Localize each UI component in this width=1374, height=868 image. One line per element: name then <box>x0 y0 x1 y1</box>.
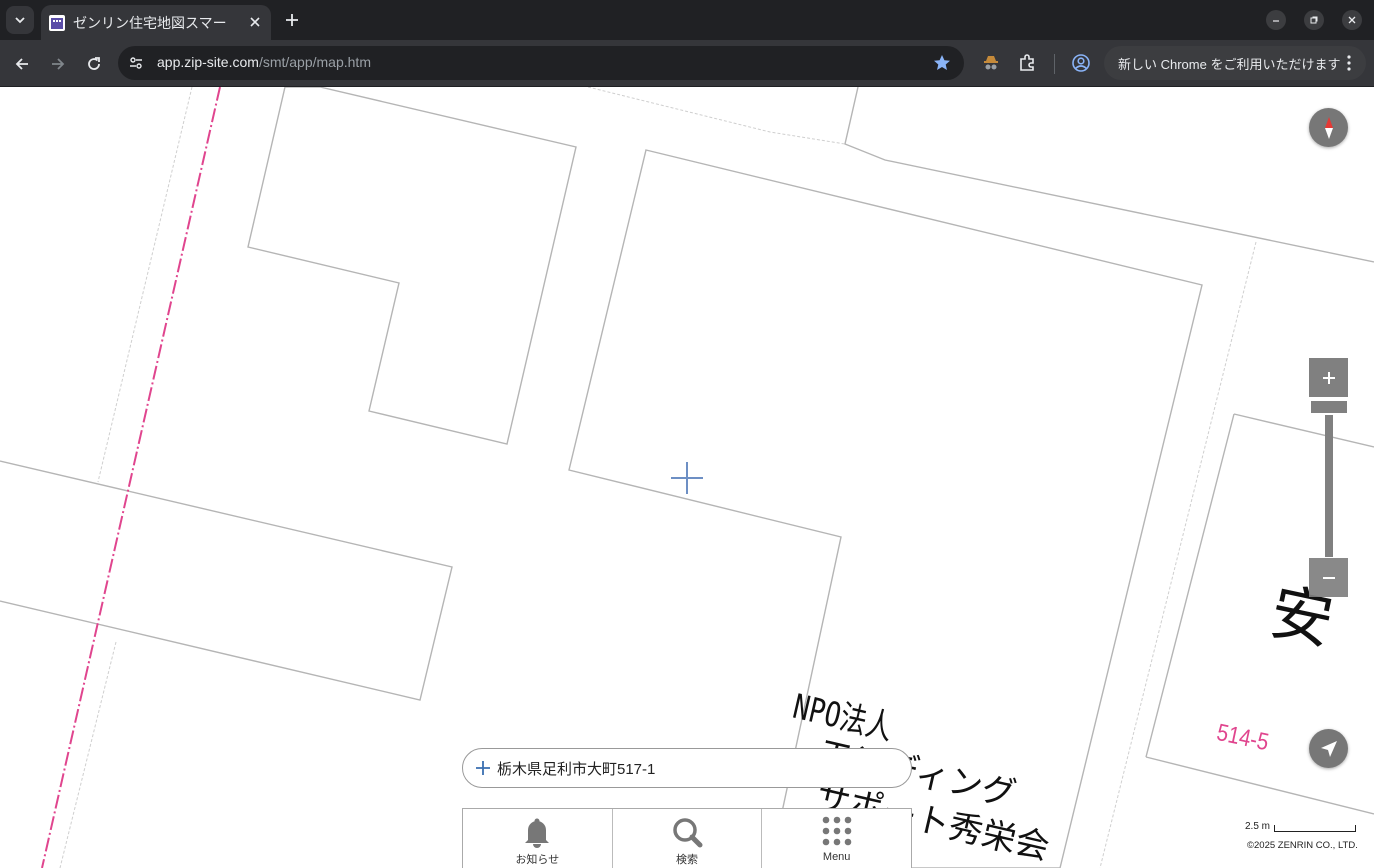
profile-avatar-icon[interactable] <box>1070 52 1092 74</box>
bottom-navigation: お知らせ 検索 Menu <box>462 808 912 868</box>
tab-search-button[interactable] <box>6 6 34 34</box>
incognito-extension-icon[interactable] <box>980 52 1002 74</box>
minus-icon <box>1322 576 1335 579</box>
reload-icon <box>88 57 100 70</box>
compass-button[interactable] <box>1309 108 1348 147</box>
nav-search[interactable]: 検索 <box>613 809 763 868</box>
reload-button[interactable] <box>80 50 108 78</box>
forward-button[interactable] <box>44 50 72 78</box>
boundary-dotted <box>1099 241 1257 868</box>
new-tab-button[interactable] <box>280 8 304 32</box>
map-scale: 2.5 m <box>1245 821 1357 832</box>
zoom-slider-track[interactable] <box>1325 415 1333 557</box>
more-vert-icon[interactable] <box>1340 54 1358 72</box>
map-canvas[interactable]: NPO法人 エンディング サポート秀栄会 安 514-5 栃木県足利市大町517… <box>0 87 1374 868</box>
active-tab[interactable]: ゼンリン住宅地図スマー <box>41 5 271 40</box>
back-arrow-icon <box>15 58 28 70</box>
current-address: 栃木県足利市大町517-1 <box>497 760 656 778</box>
chevron-down-icon <box>15 17 25 24</box>
zenrin-favicon-icon <box>49 14 65 31</box>
tab-strip: ゼンリン住宅地図スマー <box>0 0 1374 40</box>
url-text: app.zip-site.com/smt/app/map.htm <box>157 54 371 70</box>
address-search-bar[interactable]: 栃木県足利市大町517-1 <box>462 748 912 788</box>
copyright-text: ©2025 ZENRIN CO., LTD. <box>1247 840 1358 851</box>
nav-search-label: 検索 <box>676 854 698 866</box>
close-icon <box>1348 16 1356 24</box>
nav-notifications[interactable]: お知らせ <box>463 809 613 868</box>
current-location-button[interactable] <box>1309 729 1348 768</box>
grid-menu-icon <box>822 816 851 846</box>
building-outline <box>0 460 453 701</box>
boundary-dotted <box>587 87 846 145</box>
plus-icon <box>1322 371 1335 384</box>
url-path: /smt/app/map.htm <box>258 54 371 70</box>
browser-toolbar: app.zip-site.com/smt/app/map.htm 新しい Chr… <box>0 40 1374 87</box>
restore-button[interactable] <box>1304 10 1324 30</box>
chrome-update-button[interactable]: 新しい Chrome をご利用いただけます <box>1104 46 1366 80</box>
restore-icon <box>1310 16 1318 24</box>
site-info-icon[interactable] <box>126 53 146 73</box>
back-button[interactable] <box>8 50 36 78</box>
boundary-dotted <box>97 87 193 483</box>
close-window-button[interactable] <box>1342 10 1362 30</box>
plus-icon <box>286 14 298 26</box>
forward-arrow-icon <box>52 58 65 70</box>
road-edge <box>844 87 1374 263</box>
plus-icon[interactable] <box>475 760 491 776</box>
url-host: app.zip-site.com <box>157 54 259 70</box>
scale-bar <box>1274 825 1357 832</box>
bell-icon <box>525 818 550 848</box>
navigation-arrow-icon <box>1320 740 1337 757</box>
nav-notifications-label: お知らせ <box>515 854 560 866</box>
tab-title: ゼンリン住宅地図スマー <box>73 15 227 32</box>
building-outline <box>247 87 577 445</box>
nav-menu[interactable]: Menu <box>762 809 911 868</box>
scale-label: 2.5 m <box>1245 821 1271 832</box>
minimize-icon <box>1273 20 1279 22</box>
zoom-in-button[interactable] <box>1309 358 1348 397</box>
close-tab-icon[interactable] <box>247 14 263 30</box>
toolbar-divider <box>1054 54 1055 74</box>
chrome-update-label: 新しい Chrome をご利用いただけます <box>1118 56 1341 72</box>
compass-icon <box>1324 116 1333 139</box>
search-icon <box>673 818 703 848</box>
bookmark-star-icon[interactable] <box>932 53 952 73</box>
address-bar[interactable]: app.zip-site.com/smt/app/map.htm <box>118 46 964 80</box>
extensions-puzzle-icon[interactable] <box>1016 52 1038 74</box>
minimize-button[interactable] <box>1266 10 1286 30</box>
nav-menu-label: Menu <box>822 851 851 863</box>
zoom-out-button[interactable] <box>1309 558 1348 597</box>
zoom-slider-thumb[interactable] <box>1311 401 1347 413</box>
crosshair-icon <box>671 462 703 494</box>
